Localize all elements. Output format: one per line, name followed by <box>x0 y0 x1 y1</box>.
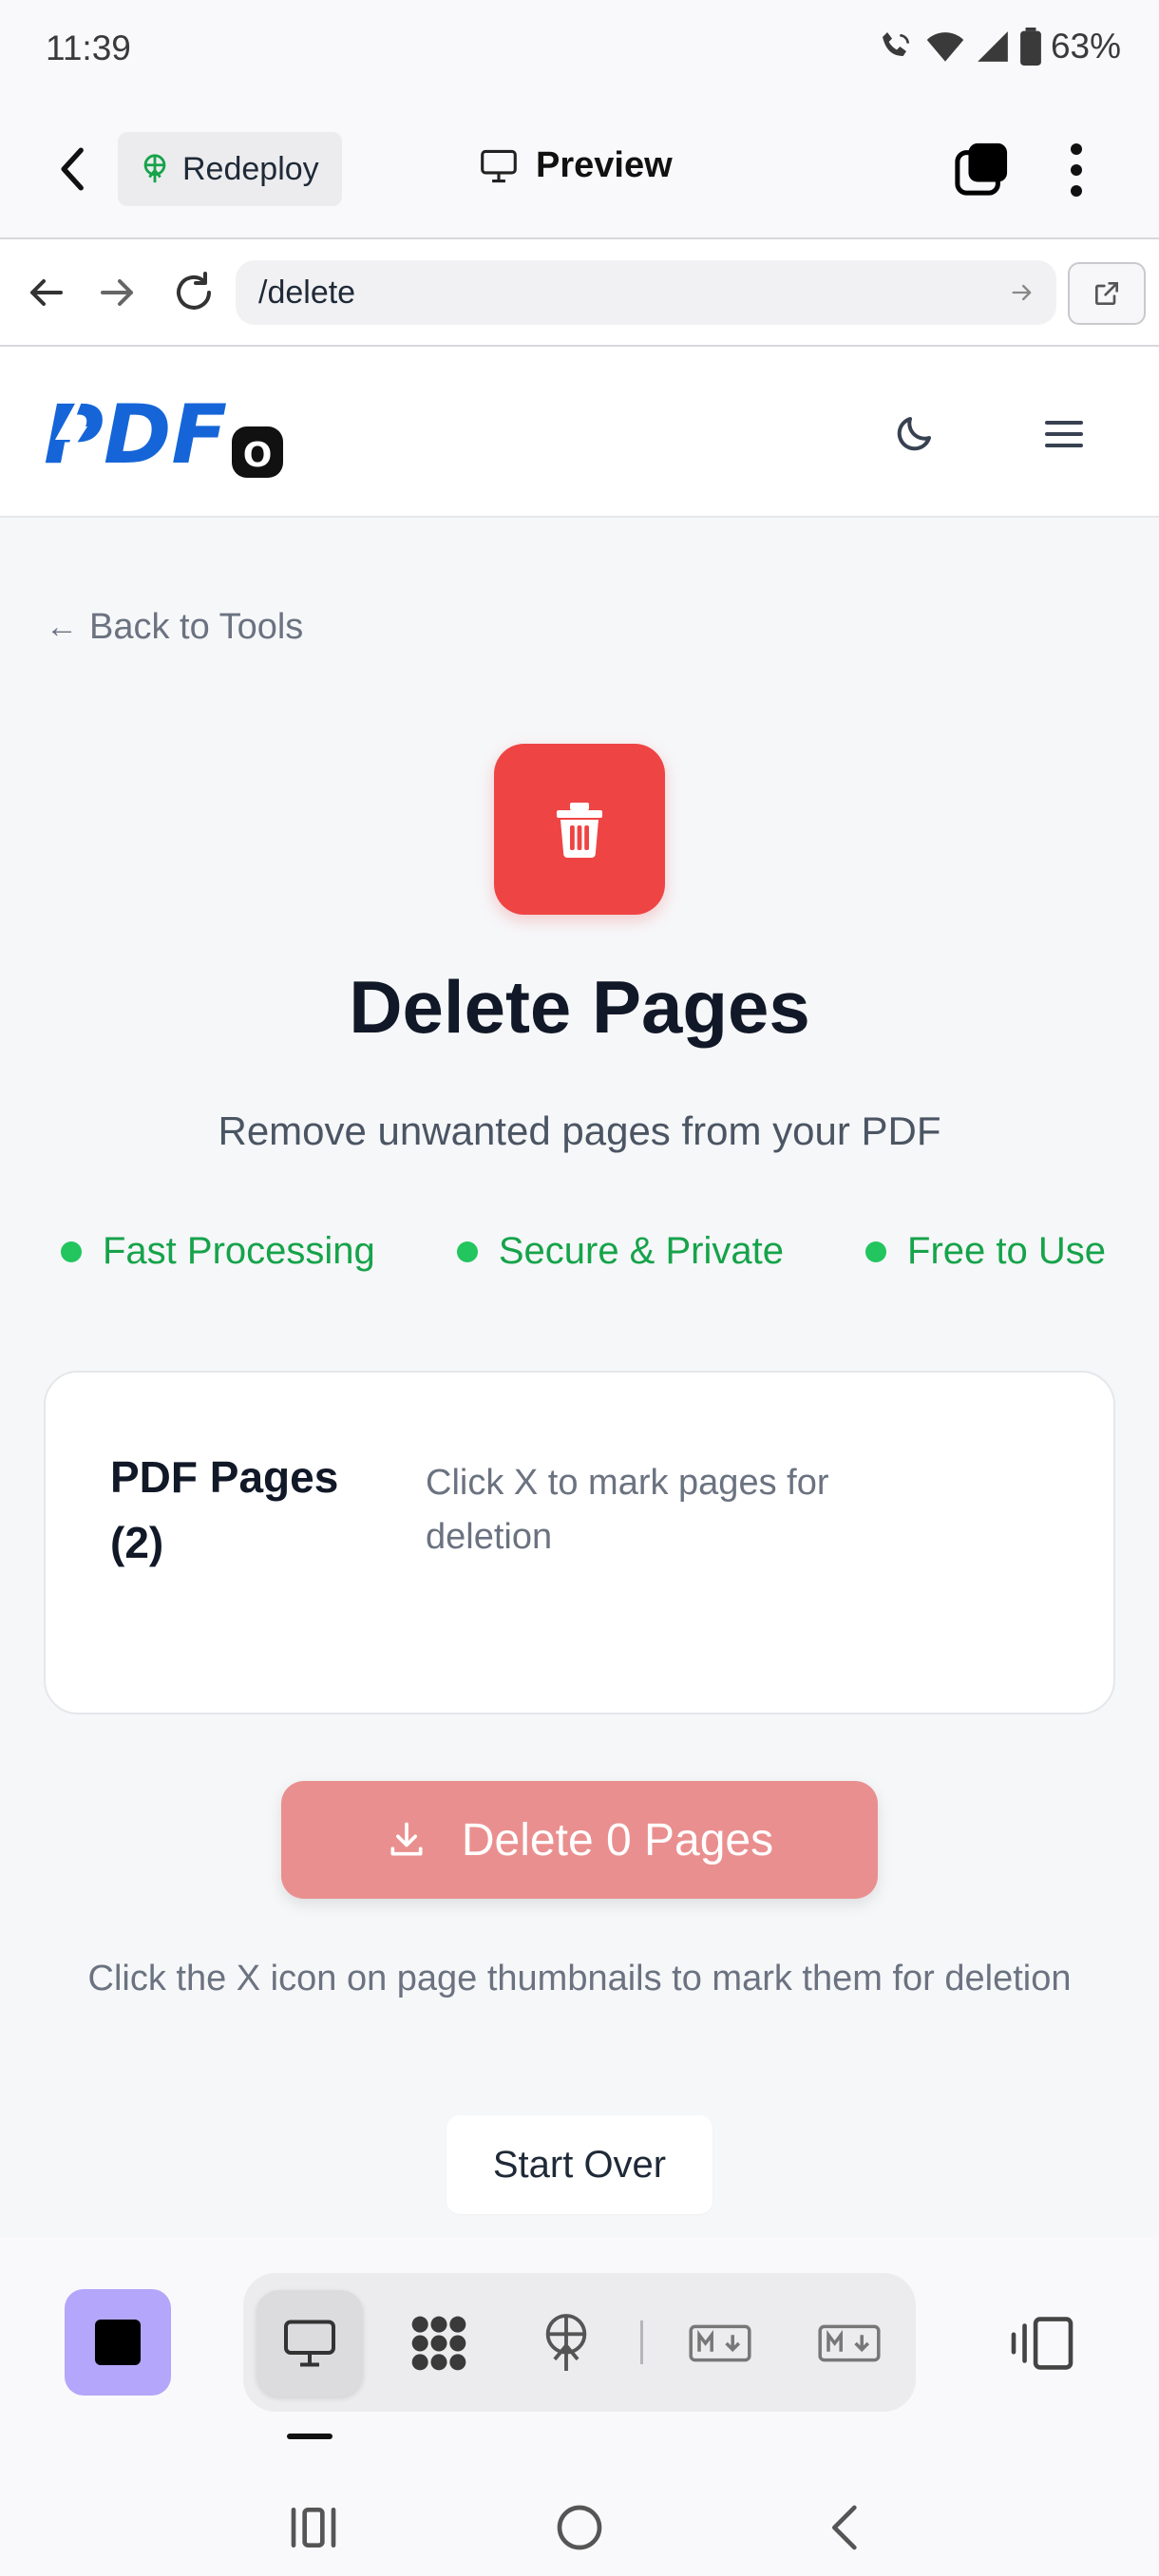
preview-label: Preview <box>536 145 673 185</box>
url-input[interactable]: /delete <box>236 260 1056 325</box>
desktop-preview-icon <box>284 2320 335 2367</box>
url-text: /delete <box>258 274 356 311</box>
back-to-tools-label: Back to Tools <box>89 607 304 647</box>
system-back-icon[interactable] <box>819 2501 872 2554</box>
redeploy-button[interactable]: Redeploy <box>118 132 342 206</box>
tabs-icon[interactable] <box>954 142 1009 197</box>
main-content: ← Back to Tools Delete Pages Remove unwa… <box>0 518 1159 2237</box>
feature-label: Secure & Private <box>498 1230 784 1272</box>
start-over-label: Start Over <box>492 2143 667 2186</box>
back-to-tools-link[interactable]: ← Back to Tools <box>46 607 303 648</box>
active-tab-indicator <box>287 2434 332 2439</box>
stop-button[interactable] <box>65 2289 171 2396</box>
system-navigation-bar <box>0 2474 1159 2576</box>
preview-title: Preview <box>479 145 673 186</box>
browser-back-icon[interactable] <box>23 270 68 315</box>
page-title: Delete Pages <box>349 965 810 1049</box>
feature-label: Fast Processing <box>103 1230 375 1272</box>
monitor-icon <box>481 149 517 182</box>
battery-icon <box>1020 28 1041 66</box>
desktop-preview-tab[interactable] <box>256 2290 363 2396</box>
external-link-icon <box>1095 282 1118 305</box>
page-subtitle: Remove unwanted pages from your PDF <box>218 1108 941 1153</box>
device-toggle-icon[interactable] <box>1009 2315 1075 2372</box>
deploy-icon <box>143 154 166 183</box>
deploy-icon <box>545 2314 587 2371</box>
pdf-pages-title: PDF Pages (2) <box>110 1452 339 1567</box>
feature-item: Free to Use <box>865 1230 1106 1273</box>
green-dot-icon <box>456 1241 478 1262</box>
system-icons: 63% <box>878 27 1121 66</box>
app-bar: Redeploy Preview <box>0 100 1159 239</box>
browser-url-bar: /delete <box>0 239 1159 347</box>
left-arrow-icon: ← <box>46 609 78 645</box>
green-dot-icon <box>61 1241 82 1262</box>
green-dot-icon <box>865 1241 887 1262</box>
delete-tool-icon-tile <box>494 744 665 915</box>
open-external-button[interactable] <box>1068 262 1146 325</box>
view-mode-group <box>243 2273 916 2412</box>
browser-forward-icon[interactable] <box>95 270 141 315</box>
reload-icon[interactable] <box>171 270 217 315</box>
markdown-alt-tab[interactable] <box>796 2290 902 2396</box>
feature-label: Free to Use <box>907 1230 1106 1272</box>
markdown-icon <box>689 2324 751 2362</box>
components-icon <box>411 2316 466 2371</box>
delete-pages-label: Delete 0 Pages <box>461 1814 774 1866</box>
toolbar-divider <box>640 2320 643 2364</box>
components-tab[interactable] <box>386 2290 492 2396</box>
redeploy-label: Redeploy <box>182 150 319 187</box>
hamburger-menu-icon[interactable] <box>1041 411 1087 457</box>
site-header: PDF O <box>0 347 1159 518</box>
feature-item: Secure & Private <box>456 1230 784 1273</box>
stop-icon <box>95 2320 141 2365</box>
pdf-pages-hint: Click X to mark pages for deletion <box>426 1463 829 1557</box>
logo-badge: O <box>243 436 273 475</box>
go-arrow-icon[interactable] <box>1009 279 1036 306</box>
markdown-icon-alt <box>818 2324 881 2362</box>
feature-item: Fast Processing <box>61 1230 375 1273</box>
moon-icon[interactable] <box>891 411 937 457</box>
signal-icon <box>978 31 1008 62</box>
deploy-tab[interactable] <box>513 2290 619 2396</box>
status-bar: 11:39 63% <box>0 0 1159 100</box>
delete-pages-button[interactable]: Delete 0 Pages <box>281 1781 878 1899</box>
back-arrow-icon[interactable] <box>53 143 95 195</box>
pdf-pages-card: PDF Pages (2) Click X to mark pages for … <box>44 1371 1115 1714</box>
trash-icon <box>557 803 602 858</box>
help-text: Click the X icon on page thumbnails to m… <box>87 1959 1072 1998</box>
home-icon[interactable] <box>553 2501 606 2554</box>
markdown-tab[interactable] <box>667 2290 773 2396</box>
site-logo[interactable]: PDF O <box>44 390 283 478</box>
status-time: 11:39 <box>46 28 131 67</box>
battery-percent: 63% <box>1050 27 1121 66</box>
download-icon <box>390 1822 423 1856</box>
more-options-icon[interactable] <box>1062 142 1091 199</box>
wifi-call-icon <box>882 32 909 56</box>
wifi-icon <box>926 32 964 62</box>
recent-apps-icon[interactable] <box>287 2501 340 2554</box>
start-over-button[interactable]: Start Over <box>446 2115 712 2214</box>
bottom-toolbar <box>0 2237 1159 2474</box>
feature-list: Fast Processing Secure & Private Free to… <box>61 1230 1106 1273</box>
